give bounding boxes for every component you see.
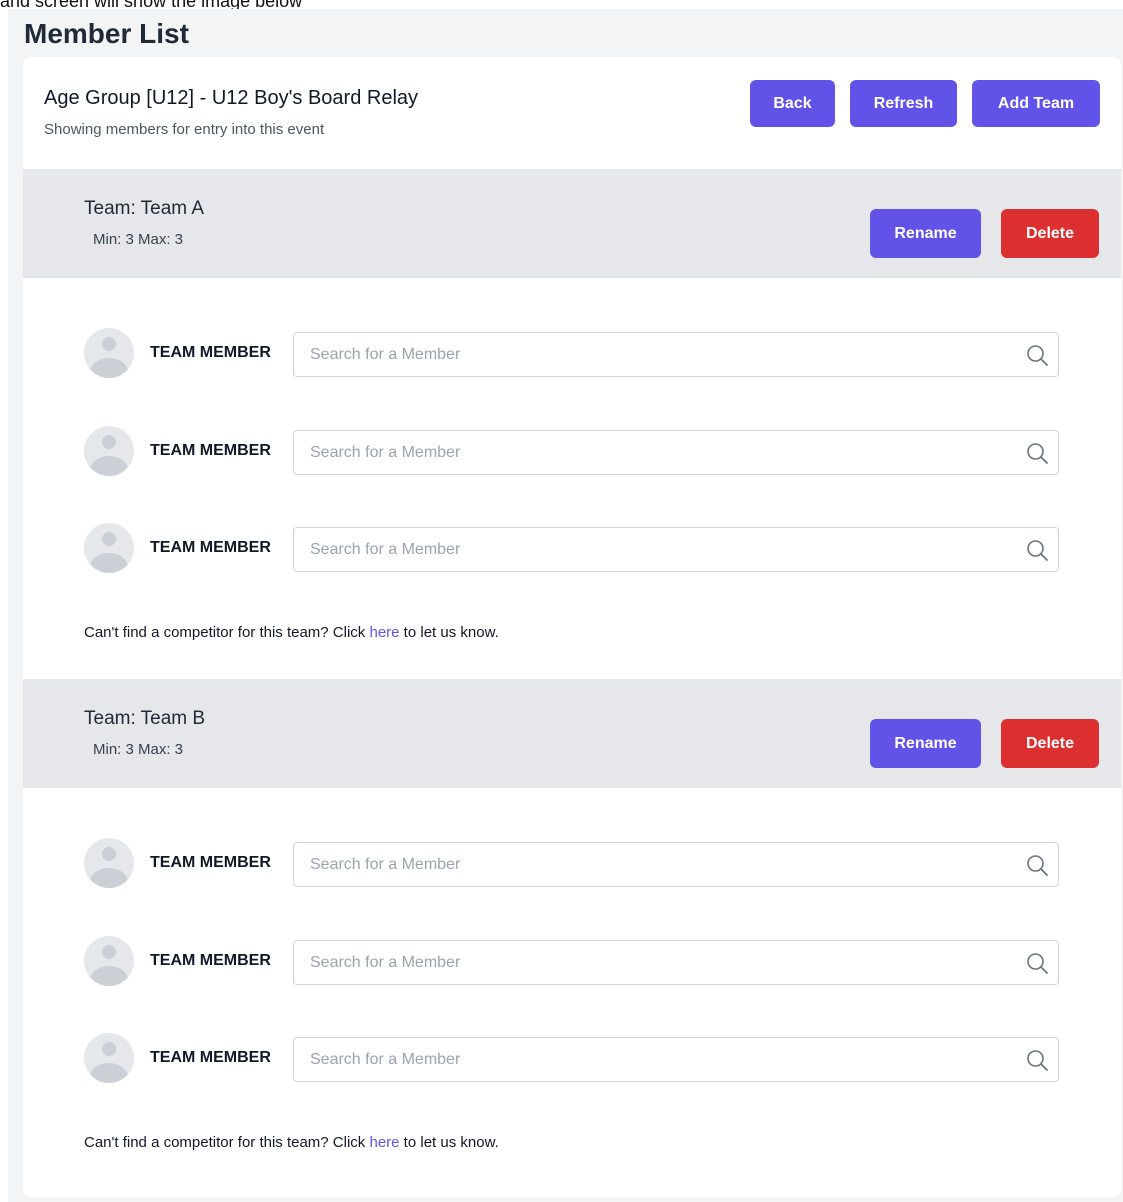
back-button[interactable]: Back: [750, 80, 835, 127]
header-actions: Back Refresh Add Team: [750, 80, 1100, 127]
member-label: TEAM MEMBER: [150, 854, 271, 871]
member-search-input[interactable]: [294, 333, 1014, 376]
team-member-row: TEAM MEMBER: [84, 936, 1061, 986]
team-member-row: TEAM MEMBER: [84, 838, 1061, 888]
avatar-placeholder-icon: [84, 426, 134, 476]
delete-team-button[interactable]: Delete: [1001, 209, 1099, 258]
member-label: TEAM MEMBER: [150, 1049, 271, 1066]
page-frame: Member List Age Group [U12] - U12 Boy's …: [8, 9, 1123, 1202]
member-search-box: [293, 332, 1059, 377]
avatar-placeholder-icon: [84, 1033, 134, 1083]
event-subtitle: Showing members for entry into this even…: [44, 121, 325, 138]
member-label: TEAM MEMBER: [150, 539, 271, 556]
member-label: TEAM MEMBER: [150, 442, 271, 459]
event-header: Age Group [U12] - U12 Boy's Board Relay …: [23, 57, 1121, 169]
delete-team-button[interactable]: Delete: [1001, 719, 1099, 768]
team-actions: Rename Delete: [870, 209, 1099, 258]
help-text-prefix: Can't find a competitor for this team? C…: [84, 624, 370, 641]
team-member-row: TEAM MEMBER: [84, 1033, 1061, 1083]
member-search-input[interactable]: [294, 528, 1014, 571]
member-search-input[interactable]: [294, 843, 1014, 886]
member-search-box: [293, 940, 1059, 985]
member-label: TEAM MEMBER: [150, 344, 271, 361]
help-text-prefix: Can't find a competitor for this team? C…: [84, 1134, 370, 1151]
search-icon[interactable]: [1025, 441, 1049, 465]
rename-team-button[interactable]: Rename: [870, 209, 981, 258]
report-missing-link[interactable]: here: [369, 624, 399, 641]
team-actions: Rename Delete: [870, 719, 1099, 768]
search-icon[interactable]: [1025, 1048, 1049, 1072]
team-limits: Min: 3 Max: 3: [93, 741, 184, 758]
member-search-input[interactable]: [294, 941, 1014, 984]
team-header: Team: Team B Min: 3 Max: 3 Rename Delete: [23, 679, 1121, 788]
member-list-card: Age Group [U12] - U12 Boy's Board Relay …: [23, 57, 1121, 1197]
avatar-placeholder-icon: [84, 328, 134, 378]
member-search-box: [293, 842, 1059, 887]
avatar-placeholder-icon: [84, 936, 134, 986]
report-missing-link[interactable]: here: [369, 1134, 399, 1151]
team-member-row: TEAM MEMBER: [84, 328, 1061, 378]
team-members-section: TEAM MEMBER TEAM MEMBER TEAM MEMBER: [23, 788, 1121, 1189]
refresh-button[interactable]: Refresh: [850, 80, 957, 127]
help-text-suffix: to let us know.: [399, 1134, 499, 1151]
search-icon[interactable]: [1025, 951, 1049, 975]
member-search-input[interactable]: [294, 1038, 1014, 1081]
team-limits: Min: 3 Max: 3: [93, 231, 184, 248]
search-icon[interactable]: [1025, 343, 1049, 367]
member-search-box: [293, 430, 1059, 475]
team-member-row: TEAM MEMBER: [84, 523, 1061, 573]
member-search-box: [293, 1037, 1059, 1082]
avatar-placeholder-icon: [84, 838, 134, 888]
team-name: Team: Team A: [84, 198, 205, 219]
team-members-section: TEAM MEMBER TEAM MEMBER TEAM MEMBER: [23, 278, 1121, 679]
team-name: Team: Team B: [84, 708, 206, 729]
member-label: TEAM MEMBER: [150, 952, 271, 969]
search-icon[interactable]: [1025, 853, 1049, 877]
member-search-input[interactable]: [294, 431, 1014, 474]
add-team-button[interactable]: Add Team: [972, 80, 1100, 127]
rename-team-button[interactable]: Rename: [870, 719, 981, 768]
avatar-placeholder-icon: [84, 523, 134, 573]
missing-competitor-help: Can't find a competitor for this team? C…: [84, 624, 499, 642]
team-member-row: TEAM MEMBER: [84, 426, 1061, 476]
event-title: Age Group [U12] - U12 Boy's Board Relay: [44, 87, 419, 109]
member-search-box: [293, 527, 1059, 572]
page-title: Member List: [24, 18, 189, 49]
search-icon[interactable]: [1025, 538, 1049, 562]
missing-competitor-help: Can't find a competitor for this team? C…: [84, 1134, 499, 1152]
help-text-suffix: to let us know.: [399, 624, 499, 641]
team-header: Team: Team A Min: 3 Max: 3 Rename Delete: [23, 169, 1121, 278]
